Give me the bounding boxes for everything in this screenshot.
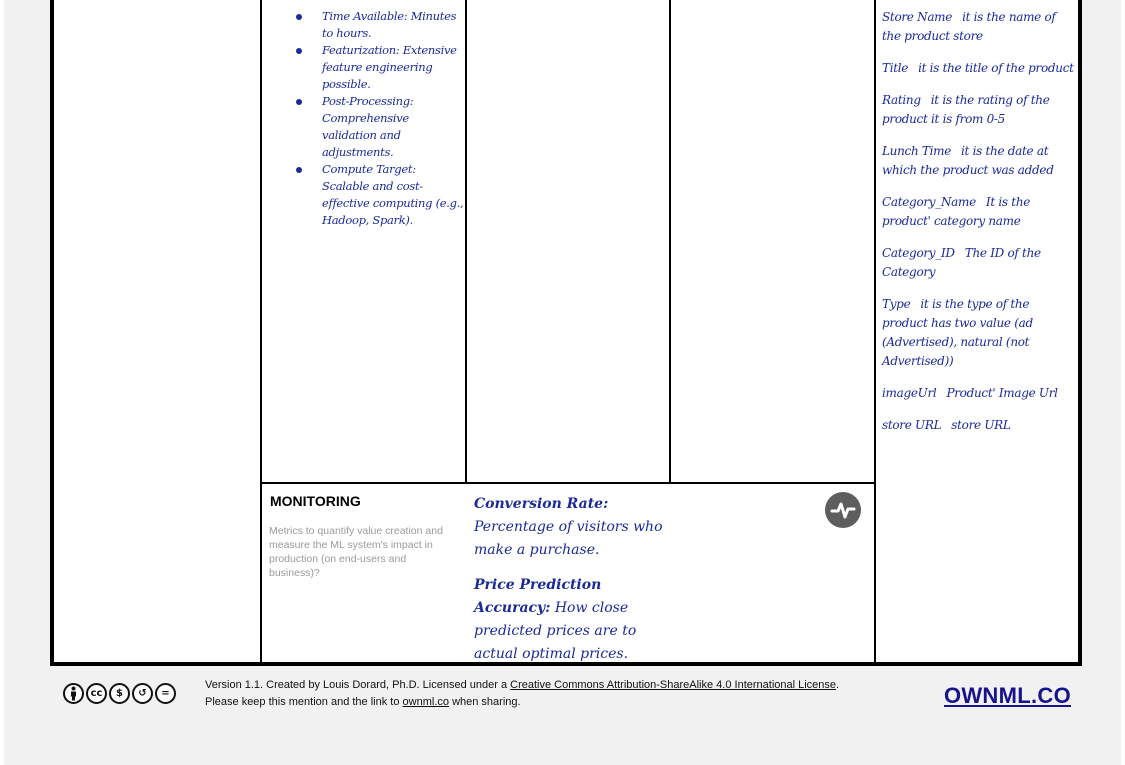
feature-row: Category_Name It is the product' category…	[882, 195, 1031, 228]
bullet-item: Time Available: Minutes to hours.	[270, 8, 465, 42]
metric-item: Price Prediction Accuracy: How close pre…	[474, 577, 637, 662]
bullet-dot-icon	[296, 99, 302, 105]
feature-row: Type it is the type of the product has tw…	[882, 297, 1033, 368]
metric-item: Conversion Rate: Percentage of visitors …	[474, 496, 663, 558]
column-divider	[874, 0, 876, 662]
row-divider	[260, 482, 876, 484]
feature-row: Title it is the title of the product	[882, 61, 1074, 75]
bullet-item: Featurization: Extensive feature enginee…	[270, 42, 465, 93]
cc-sharealike-icon: ↺	[132, 683, 153, 704]
bullet-dot-icon	[296, 48, 302, 54]
activity-icon	[825, 492, 861, 528]
feature-row: Store Name it is the name of the product …	[882, 10, 1056, 43]
inference-bullet-list: Time Available: Minutes to hours. Featur…	[270, 8, 465, 229]
license-line-2: Please keep this mention and the link to…	[205, 696, 521, 708]
cc-logo-icon: cc	[86, 683, 107, 704]
feature-row: store URL store URL	[882, 418, 1011, 432]
site-link[interactable]: ownml.co	[403, 696, 449, 708]
column-divider	[465, 0, 467, 484]
license-line-1: Version 1.1. Created by Louis Dorard, Ph…	[205, 679, 840, 691]
monitoring-description: Metrics to quantify value creation and m…	[269, 525, 443, 579]
brand-link[interactable]: OWNML.CO	[944, 683, 1071, 709]
license-icons: cc $ ↺ =	[63, 683, 176, 704]
bullet-dot-icon	[296, 14, 302, 20]
feature-row: Category_ID The ID of the Category	[882, 246, 1041, 279]
license-link[interactable]: Creative Commons Attribution-ShareAlike …	[510, 679, 836, 691]
column-divider	[669, 0, 671, 484]
feature-row: imageUrl Product' Image Url	[882, 386, 1058, 400]
features-list: Store Name it is the name of the product …	[882, 8, 1076, 448]
cc-noncommercial-icon: $	[109, 683, 130, 704]
bullet-item: Post-Processing: Comprehensive validatio…	[270, 93, 465, 161]
bullet-item: Compute Target: Scalable and cost-effect…	[270, 161, 465, 229]
column-divider	[260, 0, 262, 662]
monitoring-metrics: Conversion Rate: Percentage of visitors …	[474, 493, 664, 678]
cc-noderivs-icon: =	[155, 683, 176, 704]
license-notice: Version 1.1. Created by Louis Dorard, Ph…	[205, 677, 839, 711]
feature-row: Lunch Time it is the date at which the pr…	[882, 144, 1054, 177]
cc-attribution-icon	[63, 683, 84, 704]
monitoring-title: MONITORING	[270, 493, 361, 509]
bullet-dot-icon	[296, 167, 302, 173]
feature-row: Rating it is the rating of the product it…	[882, 93, 1050, 126]
